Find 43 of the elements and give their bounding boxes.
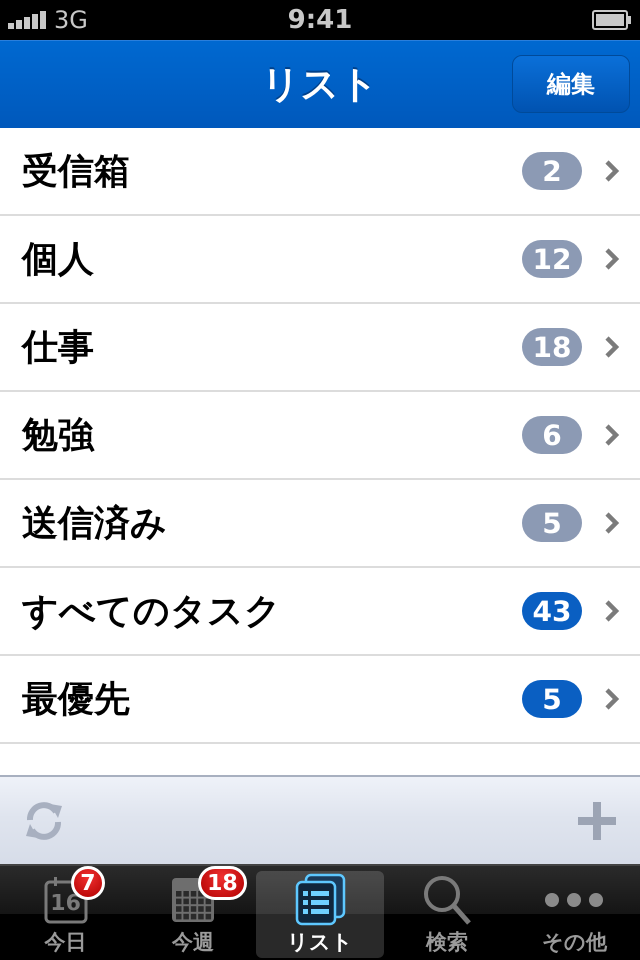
list-name: 個人 — [22, 238, 95, 282]
chevron-icon — [604, 599, 620, 623]
list-name: 仕事 — [22, 326, 95, 370]
chevron-icon — [604, 335, 620, 359]
chevron-icon — [604, 511, 620, 535]
tab-item[interactable]: その他 — [510, 871, 638, 958]
battery-icon — [592, 10, 632, 30]
count-badge: 6 — [522, 416, 582, 454]
notification-badge: 18 — [198, 866, 247, 900]
count-badge: 18 — [522, 328, 582, 366]
list-row[interactable]: すべてのタスク 43 — [0, 568, 640, 656]
list-row[interactable]: 送信済み 5 — [0, 480, 640, 568]
chevron-icon — [604, 247, 620, 271]
chevron-icon — [604, 159, 620, 183]
chevron-icon — [604, 687, 620, 711]
edit-button[interactable]: 編集 — [512, 55, 630, 113]
list-row[interactable]: 勉強 6 — [0, 392, 640, 480]
signal-icon — [8, 11, 48, 29]
search-icon — [421, 873, 474, 927]
list-name: 送信済み — [22, 502, 168, 546]
add-icon[interactable] — [578, 802, 616, 840]
list-name: 勉強 — [22, 414, 96, 458]
count-badge: 5 — [522, 680, 582, 718]
network-label: 3G — [54, 6, 88, 34]
list-row[interactable]: 受信箱 2 — [0, 128, 640, 216]
list-name: すべてのタスク — [22, 590, 282, 634]
count-badge: 2 — [522, 152, 582, 190]
count-badge: 12 — [522, 240, 582, 278]
list-row[interactable]: 最優先 5 — [0, 656, 640, 744]
list-row[interactable]: 仕事 18 — [0, 304, 640, 392]
chevron-icon — [604, 423, 620, 447]
stacked-list-icon — [294, 873, 346, 927]
count-badge: 5 — [522, 504, 582, 542]
list-name: 受信箱 — [22, 150, 131, 194]
more-icon — [544, 892, 604, 908]
count-badge: 43 — [522, 592, 582, 630]
sync-icon[interactable] — [24, 800, 64, 842]
tab-item[interactable]: リスト — [256, 871, 384, 958]
tab-item[interactable]: 検索 — [384, 871, 511, 958]
clock-time: 9:41 — [286, 5, 354, 35]
list-name: 最優先 — [22, 678, 131, 722]
page-title: リスト — [262, 61, 378, 108]
list-row[interactable]: 個人 12 — [0, 216, 640, 304]
